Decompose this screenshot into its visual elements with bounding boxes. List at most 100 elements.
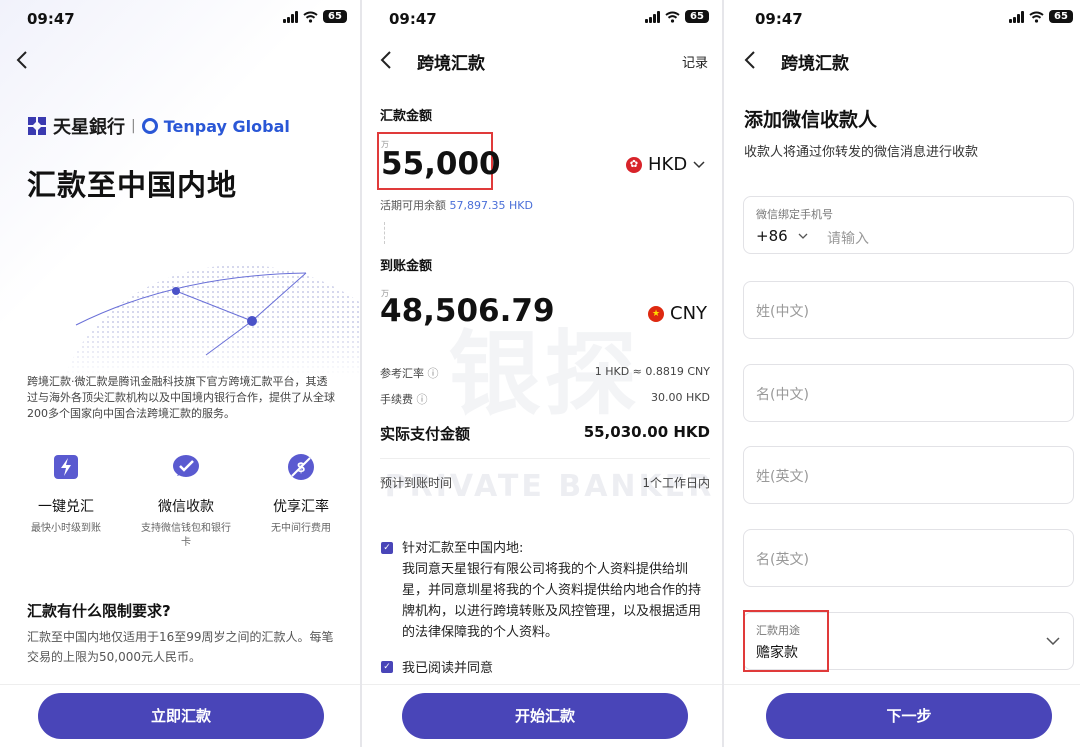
back-button[interactable] <box>380 50 392 76</box>
feature-title: 微信收款 <box>158 499 214 515</box>
signal-icon <box>283 10 298 23</box>
rate-label: 参考汇率 ⓘ <box>380 367 439 380</box>
intro-text: 跨境汇款·微汇款是腾讯金融科技旗下官方跨境汇款平台，其透过与海外各顶尖汇款机构以… <box>27 375 335 420</box>
receive-currency: ★ CNY <box>648 303 707 324</box>
bank-name: 天星銀行 <box>53 117 125 138</box>
chevron-left-icon <box>744 51 755 69</box>
fee-value: 30.00 HKD <box>651 391 710 404</box>
info-icon: ⓘ <box>416 393 428 406</box>
agreement-read-text: 我已阅读并同意 <box>402 661 494 676</box>
screen-intro: 09:47 65 天星銀行 | Tenpay Global 汇款至中国内地 跨境… <box>0 0 360 747</box>
status-icons: 65 <box>1009 10 1073 23</box>
screen-add-payee: 09:47 65 跨境汇款 添加微信收款人 收款人将通过你转发的微信消息进行收款… <box>724 0 1080 747</box>
cn-flag-icon: ★ <box>648 305 664 322</box>
feature-item-rate: $ 优享汇率 无中间行费用 <box>246 452 356 536</box>
page-heading: 添加微信收款人 <box>744 109 878 131</box>
status-time: 09:47 <box>755 10 803 28</box>
page-subtitle: 收款人将通过你转发的微信消息进行收款 <box>744 145 979 160</box>
agreement-block: 针对汇款至中国内地: 我同意天星银行有限公司将我的个人资料提供给圳星，并同意圳星… <box>402 538 707 643</box>
nav-title: 跨境汇款 <box>781 54 849 74</box>
balance-label: 活期可用余额 <box>380 199 446 212</box>
chevron-down-icon <box>693 160 705 168</box>
signal-icon <box>1009 10 1024 23</box>
eta-row: 预计到账时间 1个工作日内 <box>380 474 710 491</box>
phone-label: 微信绑定手机号 <box>756 208 833 221</box>
brand-header: 天星銀行 | Tenpay Global <box>27 113 290 139</box>
receive-amount[interactable]: 48,506.79 <box>380 293 555 329</box>
given-name-cn-field[interactable]: 名(中文) <box>743 364 1074 422</box>
send-amount-label: 汇款金额 <box>380 109 433 124</box>
feature-desc: 最快小时级到账 <box>31 523 101 534</box>
faq-title: 汇款有什么限制要求? <box>27 602 171 620</box>
fee-label: 手续费 ⓘ <box>380 393 428 406</box>
chevron-left-icon <box>380 51 391 69</box>
total-value: 55,030.00 HKD <box>583 423 710 441</box>
feature-desc: 无中间行费用 <box>271 523 331 534</box>
tenpay-logo-icon <box>141 118 158 134</box>
chevron-left-icon <box>16 51 27 69</box>
remit-now-button[interactable]: 立即汇款 <box>38 693 324 739</box>
signal-icon <box>645 10 660 23</box>
feature-item-wechat: 微信收款 支持微信钱包和银行卡 <box>131 452 241 550</box>
total-row: 实际支付金额 55,030.00 HKD <box>380 423 710 444</box>
app-root: 09:47 65 天星銀行 | Tenpay Global 汇款至中国内地 跨境… <box>0 0 1080 747</box>
surname-en-placeholder: 姓(英文) <box>756 469 809 485</box>
given-name-en-placeholder: 名(英文) <box>756 552 809 568</box>
phone-field[interactable]: 微信绑定手机号 +86 请输入 <box>743 196 1074 254</box>
wechat-pay-icon <box>173 455 199 477</box>
agree-checkbox-1[interactable]: ✓ <box>381 542 393 554</box>
send-amount-input[interactable]: 55,000 <box>381 146 501 182</box>
battery-icon: 65 <box>1049 10 1073 23</box>
send-currency-select[interactable]: ✿ HKD <box>626 154 705 175</box>
balance-line: 活期可用余额 57,897.35 HKD <box>380 197 533 213</box>
rate-row: 参考汇率 ⓘ 1 HKD ≈ 0.8819 CNY <box>380 365 710 381</box>
back-button[interactable] <box>16 50 28 76</box>
agreement-text: 我同意天星银行有限公司将我的个人资料提供给圳星，并同意圳星将我的个人资料提供给内… <box>402 562 702 640</box>
chevron-down-icon <box>1046 637 1060 645</box>
status-icons: 65 <box>283 10 347 23</box>
surname-en-field[interactable]: 姓(英文) <box>743 446 1074 504</box>
purpose-highlight <box>743 610 829 672</box>
screen-remit-amount: 银探 PRIVATE BANKER 09:47 65 跨境汇款 记录 汇款金额 … <box>362 0 722 747</box>
start-remit-button[interactable]: 开始汇款 <box>402 693 688 739</box>
eta-label: 预计到账时间 <box>380 476 453 490</box>
given-name-cn-placeholder: 名(中文) <box>756 387 809 403</box>
records-link[interactable]: 记录 <box>682 52 708 71</box>
feature-title: 优享汇率 <box>273 499 329 515</box>
agreement-title: 针对汇款至中国内地: <box>402 541 524 556</box>
given-name-en-field[interactable]: 名(英文) <box>743 529 1074 587</box>
surname-cn-placeholder: 姓(中文) <box>756 304 809 320</box>
phone-input[interactable]: 请输入 <box>827 228 869 248</box>
status-time: 09:47 <box>389 10 437 28</box>
eta-value: 1个工作日内 <box>642 476 710 490</box>
wifi-icon <box>665 11 680 23</box>
send-currency: HKD <box>648 154 688 175</box>
battery-icon: 65 <box>323 10 347 23</box>
brand-divider: | <box>131 118 136 134</box>
feature-item-exchange: 一键兑汇 最快小时级到账 <box>11 452 121 536</box>
divider <box>380 458 710 459</box>
status-icons: 65 <box>645 10 709 23</box>
feature-desc: 支持微信钱包和银行卡 <box>141 523 231 548</box>
status-time: 09:47 <box>27 10 75 28</box>
wifi-icon <box>303 11 318 23</box>
next-button[interactable]: 下一步 <box>766 693 1052 739</box>
partner-name: Tenpay Global <box>163 116 290 136</box>
receive-currency-code: CNY <box>670 303 708 324</box>
chevron-down-icon <box>798 233 808 239</box>
battery-icon: 65 <box>685 10 709 23</box>
globe-illustration <box>56 265 360 377</box>
no-fee-icon: $ <box>288 454 314 480</box>
page-title: 汇款至中国内地 <box>27 168 238 202</box>
lightning-icon <box>54 455 78 479</box>
total-label: 实际支付金额 <box>380 425 471 443</box>
back-button[interactable] <box>744 50 756 76</box>
agree-checkbox-2[interactable]: ✓ <box>381 661 393 673</box>
balance-value: 57,897.35 HKD <box>449 199 533 212</box>
nav-title: 跨境汇款 <box>417 54 485 74</box>
rate-value: 1 HKD ≈ 0.8819 CNY <box>594 365 710 378</box>
faq-text: 汇款至中国内地仅适用于16至99周岁之间的汇款人。每笔交易的上限为50,000元… <box>27 630 334 664</box>
surname-cn-field[interactable]: 姓(中文) <box>743 281 1074 339</box>
country-code-select[interactable]: +86 <box>756 227 808 245</box>
info-icon: ⓘ <box>427 367 439 380</box>
